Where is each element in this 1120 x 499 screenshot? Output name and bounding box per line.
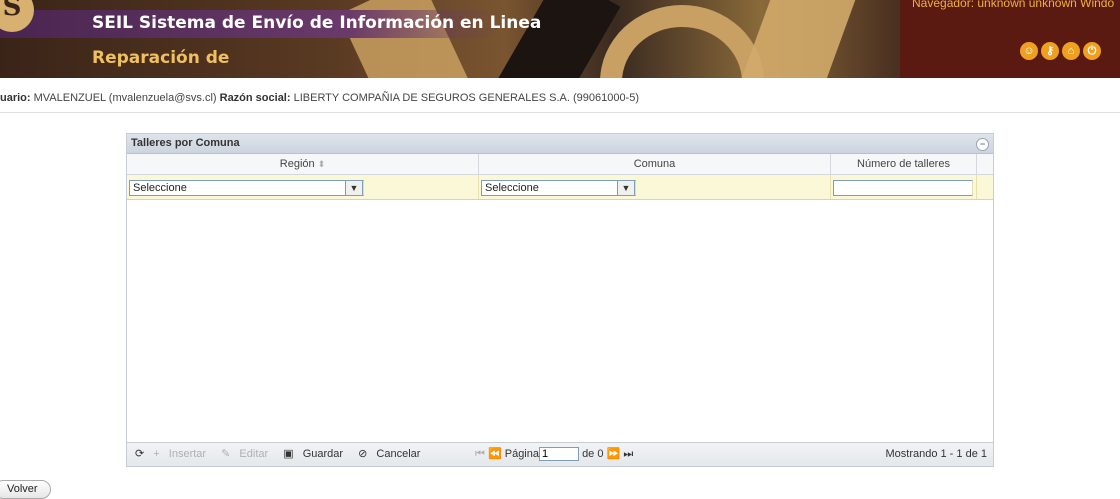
home-icon[interactable]: ⌂ <box>1062 42 1080 60</box>
save-icon: ▣ <box>283 448 294 460</box>
talleres-grid: Talleres por Comuna − Región ⬍ Comuna Nú… <box>126 133 994 467</box>
banner-decoration <box>600 5 764 78</box>
usuario-label: uario: <box>0 92 31 104</box>
comuna-select[interactable]: Seleccione ▼ <box>481 180 636 196</box>
insertar-button[interactable]: + Insertar <box>153 448 212 460</box>
chevron-down-icon[interactable]: ▼ <box>617 180 635 196</box>
cancelar-label: Cancelar <box>376 448 421 460</box>
grid-title: Talleres por Comuna <box>131 137 240 149</box>
page-subtitle: Reparación de <box>92 48 230 68</box>
column-header-comuna[interactable]: Comuna <box>479 154 831 174</box>
guardar-button[interactable]: ▣ Guardar <box>283 448 349 460</box>
key-icon[interactable]: ⚷ <box>1041 42 1059 60</box>
razon-social-label: Razón social: <box>219 92 291 104</box>
header-banner: S SEIL Sistema de Envío de Información e… <box>0 0 1120 78</box>
editar-button[interactable]: ✎ Editar <box>221 448 274 460</box>
region-select-value: Seleccione <box>133 182 187 194</box>
add-icon: + <box>153 448 160 460</box>
power-icon[interactable]: ⏻ <box>1083 42 1101 60</box>
razon-social-value: LIBERTY COMPAÑIA DE SEGUROS GENERALES S.… <box>293 92 640 104</box>
grid-pager: ⟳ + Insertar ✎ Editar ▣ Guardar ⊘ Cancel… <box>127 442 993 466</box>
divider <box>0 112 1120 113</box>
column-header-region[interactable]: Región ⬍ <box>127 154 479 174</box>
refresh-icon[interactable]: ⟳ <box>135 448 144 460</box>
user-icon[interactable]: ☺ <box>1020 42 1038 60</box>
comuna-select-value: Seleccione <box>485 182 539 194</box>
comuna-cell: Seleccione ▼ <box>479 175 831 199</box>
column-label: Comuna <box>633 158 676 170</box>
column-label: Región <box>279 158 315 170</box>
chevron-down-icon[interactable]: ▼ <box>345 180 363 196</box>
header-icons: ☺ ⚷ ⌂ ⏻ <box>1020 42 1104 60</box>
page-input[interactable] <box>539 447 579 462</box>
guardar-label: Guardar <box>302 448 344 460</box>
numero-cell <box>831 175 977 199</box>
numero-talleres-input[interactable] <box>833 180 973 196</box>
edit-row: Seleccione ▼ Seleccione ▼ <box>127 175 993 200</box>
page-total: de 0 <box>582 448 604 460</box>
region-select[interactable]: Seleccione ▼ <box>129 180 364 196</box>
browser-info: Navegador: unknown unknown Windo <box>912 0 1115 10</box>
column-header-numero[interactable]: Número de talleres <box>831 154 977 174</box>
pencil-icon: ✎ <box>221 448 231 460</box>
editar-label: Editar <box>239 448 269 460</box>
volver-button[interactable]: Volver <box>0 480 51 499</box>
usuario-value: MVALENZUEL (mvalenzuela@svs.cl) <box>33 92 217 104</box>
banner-decoration <box>740 0 860 78</box>
grid-caption: Talleres por Comuna − <box>127 134 993 154</box>
grid-toolbar: ⟳ + Insertar ✎ Editar ▣ Guardar ⊘ Cancel… <box>135 443 432 466</box>
grid-header-row: Región ⬍ Comuna Número de talleres <box>127 154 993 175</box>
cancelar-button[interactable]: ⊘ Cancelar <box>358 448 426 460</box>
column-label: Número de talleres <box>857 158 950 170</box>
record-count: Mostrando 1 - 1 de 1 <box>885 448 987 460</box>
prev-page-icon[interactable]: ⏪ <box>488 448 502 460</box>
insertar-label: Insertar <box>168 448 207 460</box>
user-info-line: uario: MVALENZUEL (mvalenzuela@svs.cl) R… <box>0 92 1120 113</box>
collapse-icon[interactable]: − <box>976 138 989 151</box>
header-right-panel <box>900 0 1120 78</box>
cancel-icon: ⊘ <box>358 448 368 460</box>
next-page-icon[interactable]: ⏩ <box>607 448 621 460</box>
sort-icon[interactable]: ⬍ <box>318 159 326 169</box>
first-page-icon[interactable]: ⏮ <box>475 448 485 460</box>
app-title: SEIL Sistema de Envío de Información en … <box>92 13 542 33</box>
pagination: ⏮ ⏪ Página de 0 ⏩ ⏭ <box>475 443 633 466</box>
region-cell: Seleccione ▼ <box>127 175 479 199</box>
last-page-icon[interactable]: ⏭ <box>623 448 633 460</box>
pagina-label: Página <box>504 448 539 460</box>
